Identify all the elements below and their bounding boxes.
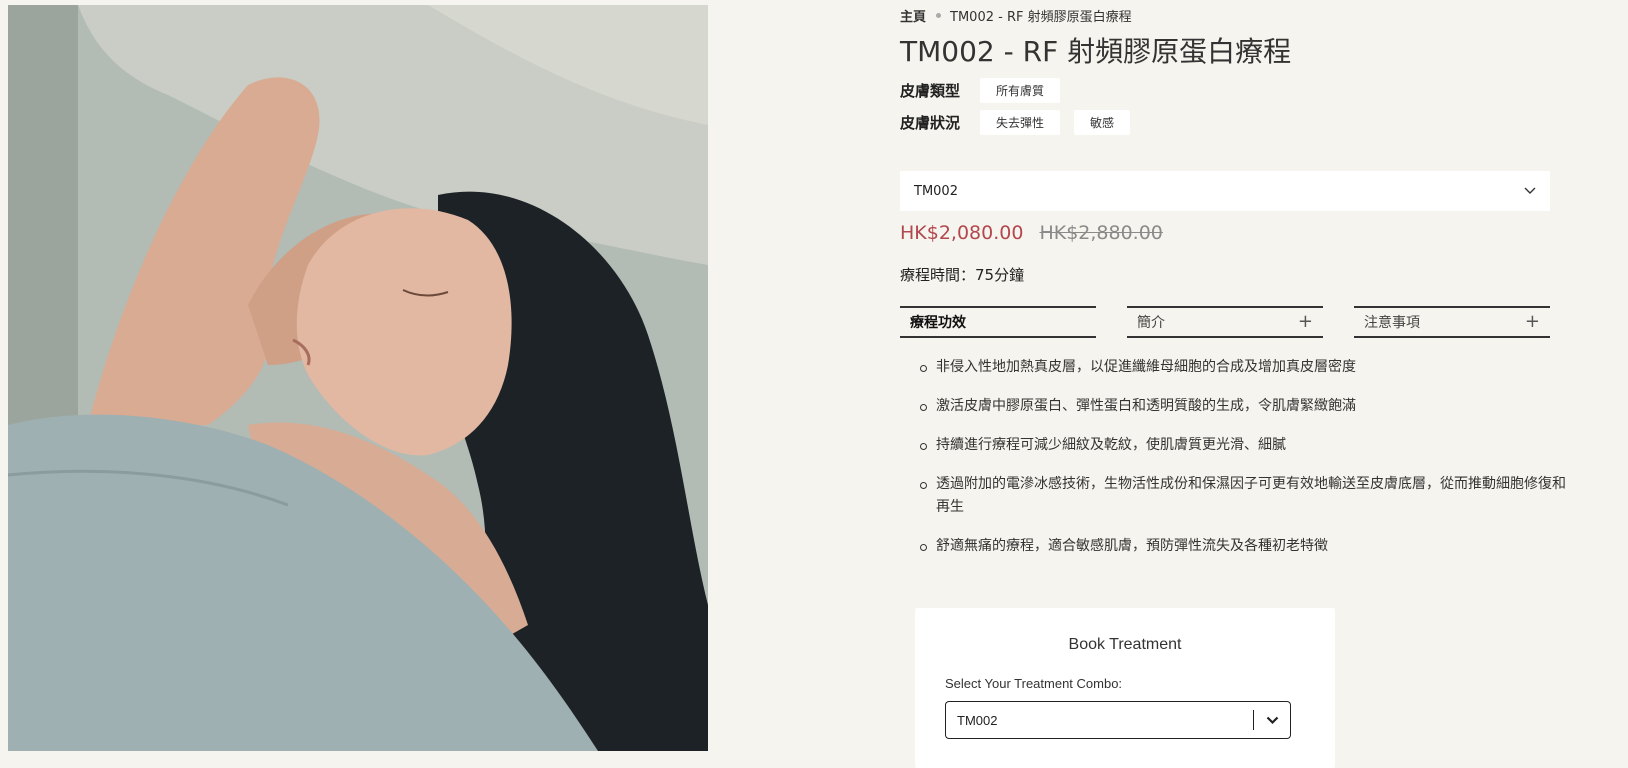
price-block: HK$2,080.00 HK$2,880.00 [900,222,1163,244]
chevron-down-icon [1254,716,1290,725]
list-item: 透過附加的電滲冰感技術，生物活性成份和保濕因子可更有效地輸送至皮膚底層，從而推動… [920,473,1576,519]
skin-type-label: 皮膚類型 [900,82,961,100]
list-item: 舒適無痛的療程，適合敏感肌膚，預防彈性流失及各種初老特徵 [920,535,1576,558]
breadcrumb-current: TM002 - RF 射頻膠原蛋白療程 [950,10,1132,25]
tab-label: 注意事項 [1364,315,1420,331]
variant-value: TM002 [914,183,958,199]
chevron-down-icon [1524,187,1536,194]
breadcrumb-separator-icon [936,13,942,18]
breadcrumb: 主頁 TM002 - RF 射頻膠原蛋白療程 [900,6,1132,25]
booking-title: Book Treatment [1068,636,1182,653]
benefits-list: 非侵入性地加熱真皮層，以促進纖維母細胞的合成及增加真皮層密度 激活皮膚中膠原蛋白… [900,356,1576,574]
tab-notes[interactable]: 注意事項 + [1354,306,1550,338]
info-tabs: 療程功效 簡介 + 注意事項 + [900,306,1550,338]
skin-condition-row: 皮膚狀況 失去彈性 敏感 [900,110,1144,135]
skin-condition-label: 皮膚狀況 [900,114,961,132]
sale-price: HK$2,080.00 [900,222,1024,244]
variant-select[interactable]: TM002 [900,171,1550,211]
skin-condition-tag[interactable]: 失去彈性 [980,110,1061,135]
combo-label: Select Your Treatment Combo: [945,676,1123,691]
tab-label: 療程功效 [910,315,966,331]
plus-icon: + [1524,311,1540,332]
tab-benefits[interactable]: 療程功效 [900,306,1096,338]
list-item: 持續進行療程可減少細紋及乾紋，使肌膚質更光滑、細膩 [920,434,1576,457]
tab-introduction[interactable]: 簡介 + [1127,306,1323,338]
list-item: 激活皮膚中膠原蛋白、彈性蛋白和透明質酸的生成，令肌膚緊緻飽滿 [920,395,1576,418]
list-item: 非侵入性地加熱真皮層，以促進纖維母細胞的合成及增加真皮層密度 [920,356,1576,379]
combo-value: TM002 [957,712,998,728]
plus-icon: + [1297,311,1313,332]
product-photo [8,5,708,751]
breadcrumb-home-link[interactable]: 主頁 [900,6,926,25]
skin-condition-tag[interactable]: 敏感 [1074,110,1131,135]
skin-type-tag[interactable]: 所有膚質 [980,78,1061,103]
skin-type-row: 皮膚類型 所有膚質 [900,78,1074,103]
treatment-duration: 療程時間：75分鐘 [900,266,1025,284]
booking-card: Book Treatment Select Your Treatment Com… [915,608,1335,768]
tab-label: 簡介 [1137,315,1165,331]
product-title: TM002 - RF 射頻膠原蛋白療程 [900,35,1292,68]
combo-select[interactable]: TM002 [945,701,1291,739]
original-price: HK$2,880.00 [1039,222,1163,244]
